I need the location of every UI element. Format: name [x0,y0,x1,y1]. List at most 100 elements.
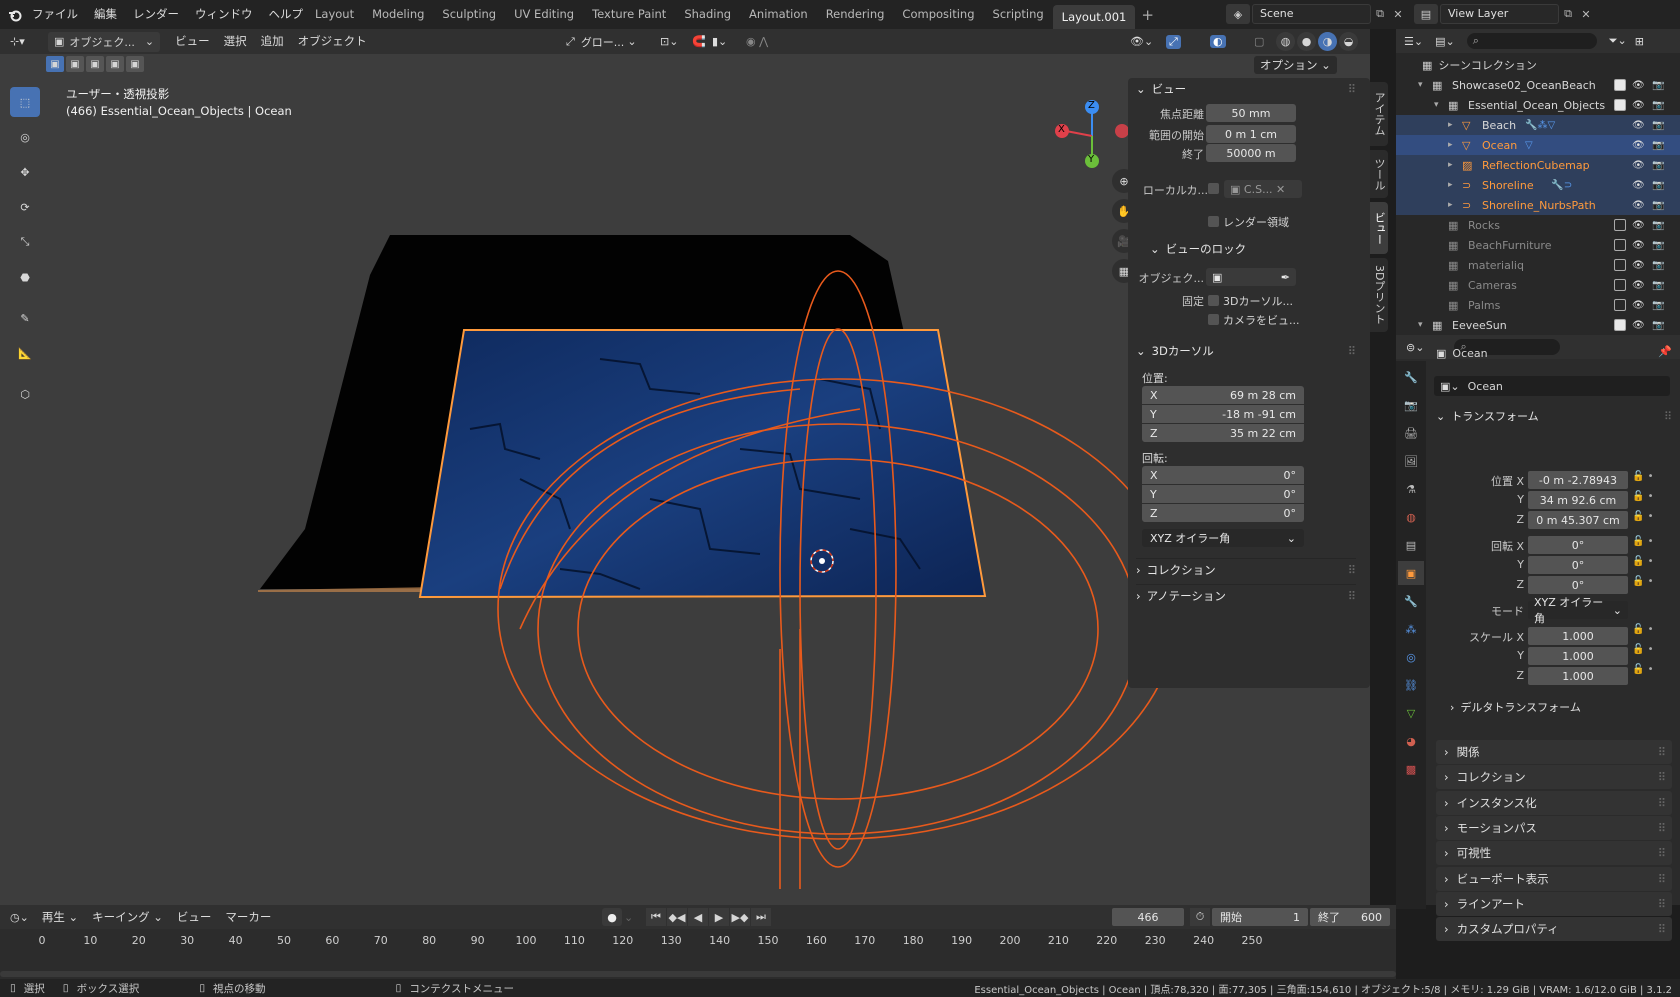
filter-icon[interactable]: ⏷⌄ [1609,34,1627,48]
transform-orientation-select[interactable]: ⤢ グロー... ⌄ [566,34,637,50]
menu-object[interactable]: オブジェクト [291,29,374,54]
local-camera-field[interactable]: ▣ C.S... ✕ [1224,180,1302,198]
outliner-editor-icon[interactable]: ☰⌄ [1404,35,1423,48]
cursor-z-field[interactable]: Z 35 m 22 cm [1142,424,1304,442]
physics-properties-icon[interactable]: ◎ [1398,645,1424,669]
section-0[interactable]: › 関係 ⠿ [1436,740,1672,764]
pivot-icon[interactable]: ⊡⌄ [660,35,678,48]
outliner-search-field[interactable]: ⌕ [1466,33,1597,49]
drag-handle-icon[interactable]: ⠿ [1348,563,1356,577]
rotate-tool-icon[interactable]: ⟳ [10,192,40,222]
scene-icon[interactable]: ◈ [1226,4,1250,24]
view-layer-field[interactable]: View Layer [1440,4,1559,24]
outliner-item-shoreline[interactable]: ▸ ⊃ Shoreline 🔧⊃ 👁 📷 [1396,175,1680,195]
cursor-section-header[interactable]: ⌄ 3Dカーソル ⠿ [1136,340,1356,362]
clip-start-field[interactable]: 0 m 1 cm [1206,125,1296,143]
drag-handle-icon[interactable]: ⠿ [1658,770,1666,784]
drag-handle-icon[interactable]: ⠿ [1658,821,1666,835]
collection-section-header[interactable]: › コレクション ⠿ [1136,558,1356,581]
scale-z-field[interactable]: 1.000 [1528,667,1628,685]
drag-handle-icon[interactable]: ⠿ [1658,897,1666,911]
location-x-field[interactable]: -0 m -2.78943 [1528,471,1628,489]
world-properties-icon[interactable]: ◍ [1398,505,1424,529]
visibility-eye-icon[interactable]: 👁 [1632,120,1645,131]
section-5[interactable]: › ビューポート表示 ⠿ [1436,866,1672,891]
navigation-gizmo[interactable]: Z X Y [1052,91,1132,181]
drag-handle-icon[interactable]: ⠿ [1658,922,1666,936]
tab-animation[interactable]: Animation [740,0,817,29]
output-properties-icon[interactable]: 🖨 [1398,421,1424,445]
section-2[interactable]: › インスタンス化 ⠿ [1436,790,1672,815]
lock-icon[interactable]: 🔓 • [1632,491,1654,509]
tab-texture-paint[interactable]: Texture Paint [583,0,675,29]
modifier-properties-icon[interactable]: 🔧 [1398,589,1424,613]
lock-icon[interactable]: 🔓 • [1632,664,1654,682]
cursor-y-field[interactable]: Y -18 m -91 cm [1142,405,1304,423]
section-6[interactable]: › ラインアート ⠿ [1436,891,1672,916]
lock-icon[interactable]: 🔓 • [1632,644,1654,662]
menu-marker[interactable]: マーカー [218,905,278,930]
properties-editor-icon[interactable]: ⊜⌄ [1406,341,1424,354]
visibility-eye-icon[interactable]: 👁 [1632,240,1645,251]
view-section-header[interactable]: ⌄ ビュー ⠿ [1136,78,1356,100]
menu-playback[interactable]: 再生 ⌄ [35,905,85,930]
snap-target-icon[interactable]: ▮⌄ [712,35,727,48]
tab-rendering[interactable]: Rendering [817,0,894,29]
tab-uv-editing[interactable]: UV Editing [505,0,583,29]
timeline-editor-icon[interactable]: ◷⌄ [10,911,29,924]
eyedropper-icon[interactable]: ✒ [1281,271,1290,284]
section-4[interactable]: › 可視性 ⠿ [1436,841,1672,866]
drag-handle-icon[interactable]: ⠿ [1664,410,1672,423]
outliner-item-ocean[interactable]: ▸ ▽ Ocean ▽ 👁 📷 [1396,135,1680,155]
display-mode-icon[interactable]: ▤⌄ [1435,35,1455,48]
preview-range-icon[interactable]: ⏱ [1190,908,1210,926]
menu-select[interactable]: 選択 [217,29,254,54]
visibility-eye-icon[interactable]: 👁 [1632,220,1645,231]
tab-scripting[interactable]: Scripting [984,0,1053,29]
menu-render[interactable]: レンダー [125,0,187,29]
snap-icon[interactable]: 🧲 [692,35,706,48]
drag-handle-icon[interactable]: ⠿ [1658,796,1666,810]
drag-handle-icon[interactable]: ⠿ [1658,846,1666,860]
exclude-checkbox[interactable] [1614,219,1626,231]
outliner-item-beach[interactable]: ▸ ▽ Beach 🔧⁂▽ 👁 📷 [1396,115,1680,135]
new-view-layer-icon[interactable]: ⧉ [1559,7,1577,21]
cursor-rot-y-field[interactable]: Y 0° [1142,485,1304,503]
drag-handle-icon[interactable]: ⠿ [1348,589,1356,603]
drag-handle-icon[interactable]: ⠿ [1348,344,1356,358]
focal-length-field[interactable]: 50 mm [1206,104,1296,122]
lock-icon[interactable]: 🔓 • [1632,471,1654,489]
section-1[interactable]: › コレクション ⠿ [1436,765,1672,790]
rendered-shading-icon[interactable]: ◒ [1339,32,1358,51]
render-camera-icon[interactable]: 📷 [1652,320,1664,331]
tab-sculpting[interactable]: Sculpting [433,0,505,29]
auto-key-record-icon[interactable]: ● [602,908,622,926]
drag-handle-icon[interactable]: ⠿ [1348,82,1356,96]
delete-view-layer-icon[interactable]: ✕ [1577,8,1595,21]
lock-icon[interactable]: 🔓 • [1632,511,1654,534]
outliner-item-shoreline-nurbspath[interactable]: ▸ ⊃ Shoreline_NurbsPath 👁 📷 [1396,195,1680,215]
select-new-icon[interactable]: ▣ [46,56,64,72]
render-camera-icon[interactable]: 📷 [1652,280,1664,291]
tab-compositing[interactable]: Compositing [893,0,983,29]
solid-shading-icon[interactable]: ● [1297,32,1316,51]
tab-layout-001[interactable]: Layout.001 [1052,5,1136,29]
render-camera-icon[interactable]: 📷 [1652,300,1664,311]
add-workspace-icon[interactable]: + [1135,6,1160,24]
scale-y-field[interactable]: 1.000 [1528,647,1628,665]
cursor-rot-z-field[interactable]: Z 0° [1142,504,1304,522]
object-properties-icon[interactable]: ▣ [1398,561,1424,585]
pin-icon[interactable]: 📌 [1658,345,1672,358]
select-extend-icon[interactable]: ▣ [66,56,84,72]
object-datablock-field[interactable]: ▣⌄ Ocean [1434,376,1670,396]
cursor-rot-x-field[interactable]: X 0° [1142,466,1304,484]
lock-icon[interactable]: 🔓 • [1632,556,1654,574]
texture-properties-icon[interactable]: ▩ [1398,757,1424,781]
render-camera-icon[interactable]: 📷 [1652,260,1664,271]
lock-icon[interactable]: 🔓 • [1632,624,1654,642]
move-tool-icon[interactable]: ✥ [10,157,40,187]
view-layer-properties-icon[interactable]: 🖼 [1398,449,1424,473]
rotation-y-field[interactable]: 0° [1528,556,1628,574]
section-3[interactable]: › モーションパス ⠿ [1436,815,1672,840]
lock-object-field[interactable]: ▣ ✒ [1206,268,1296,286]
